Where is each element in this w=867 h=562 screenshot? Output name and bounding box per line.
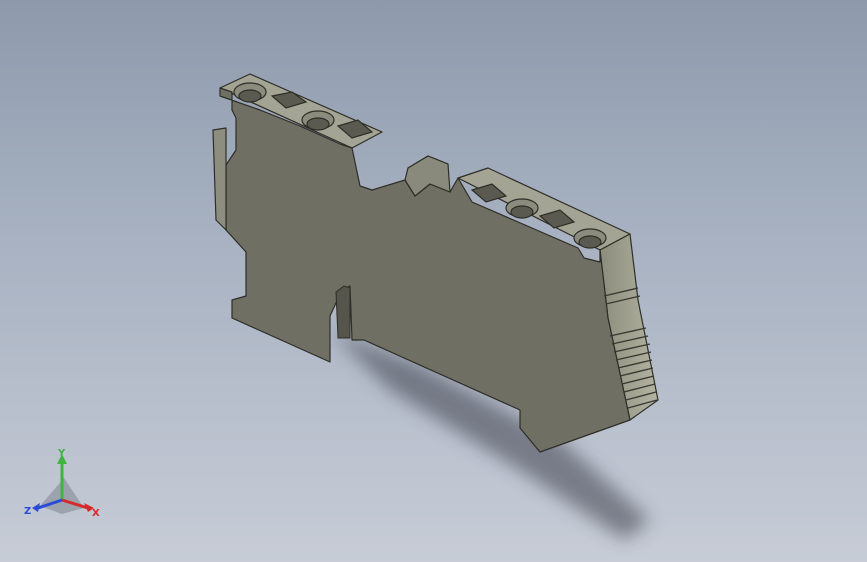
mounting-slot — [335, 285, 351, 339]
screw-hole-inner — [238, 89, 262, 103]
graphics-viewport[interactable]: Y Z X — [0, 0, 867, 562]
z-axis-arrow — [32, 503, 40, 512]
x-axis-label: X — [92, 508, 100, 519]
screw-hole-inner — [510, 205, 534, 219]
z-axis-label: Z — [24, 506, 31, 517]
model-canvas[interactable] — [0, 0, 867, 562]
left-notch — [212, 127, 227, 231]
y-axis-label: Y — [57, 448, 66, 459]
screw-hole-inner — [306, 117, 330, 131]
orientation-triad[interactable]: Y Z X — [22, 448, 106, 524]
screw-hole-inner — [578, 235, 602, 249]
